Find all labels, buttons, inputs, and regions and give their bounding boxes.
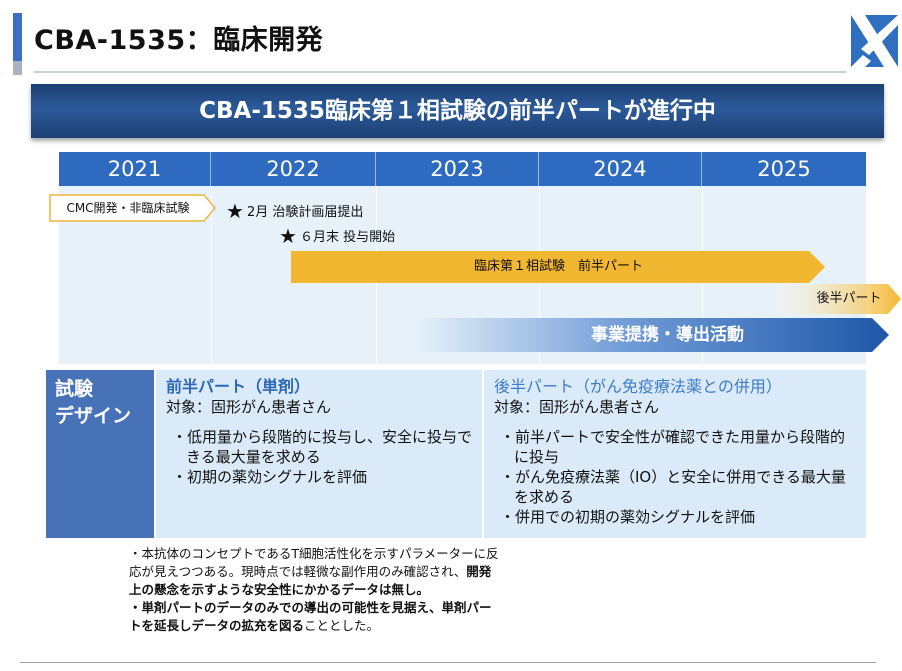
cmc-label: CMC開発・非臨床試験 bbox=[66, 201, 190, 215]
first-half-bullet: ・低用量から段階的に投与し、安全に投与できる最大量を求める bbox=[172, 428, 473, 466]
milestone-ctn-filing: ★ 2月 治験計画届提出 bbox=[226, 199, 363, 223]
company-logo-icon bbox=[851, 15, 898, 67]
notes: ・本抗体のコンセプトであるT細胞活性化を示すパラメーターに反応が見えつつある。現… bbox=[129, 545, 499, 635]
second-half-label: 後半パート bbox=[816, 291, 882, 306]
second-half-arrow: 後半パート bbox=[776, 284, 902, 314]
first-half-target: 対象：固形がん患者さん bbox=[166, 398, 332, 416]
year-cell: 2022 bbox=[211, 152, 376, 186]
second-half-bullet: ・前半パートで安全性が確認できた用量から段階的に投与 bbox=[500, 428, 846, 466]
heading-line: デザイン bbox=[55, 405, 132, 427]
second-half-design: 後半パート（がん免疫療法薬との併用） 対象：固形がん患者さん ・前半パートで安全… bbox=[484, 370, 866, 538]
note-text: こととした。 bbox=[304, 618, 380, 633]
second-half-bullet: ・がん免疫療法薬（IO）と安全に併用できる最大量を求める bbox=[500, 468, 846, 506]
first-half-title: 前半パート（単剤） bbox=[166, 377, 311, 396]
second-half-target: 対象：固形がん患者さん bbox=[494, 398, 660, 416]
footer-divider bbox=[20, 662, 876, 663]
timeline-year-header: 2021 2022 2023 2024 2025 bbox=[59, 152, 866, 186]
phase1-first-half-label: 臨床第１相試験 前半パート bbox=[473, 259, 643, 274]
second-half-title: 後半パート（がん免疫療法薬との併用） bbox=[494, 377, 782, 396]
year-cell: 2025 bbox=[702, 152, 866, 186]
header-accent-bar bbox=[13, 13, 22, 61]
study-design-section: 試験 デザイン 前半パート（単剤） 対象：固形がん患者さん ・低用量から段階的に… bbox=[46, 370, 866, 538]
milestone-label: ６月末 投与開始 bbox=[299, 230, 396, 245]
milestone-label: 2月 治験計画届提出 bbox=[246, 205, 364, 220]
phase1-first-half-arrow: 臨床第１相試験 前半パート bbox=[291, 251, 826, 283]
year-cell: 2023 bbox=[376, 152, 539, 186]
header-divider bbox=[34, 71, 846, 73]
second-half-bullet: ・併用での初期の薬効シグナルを評価 bbox=[500, 508, 756, 526]
heading-line: 試験 bbox=[55, 378, 94, 400]
study-design-heading: 試験 デザイン bbox=[46, 370, 154, 538]
page-title: CBA-1535：臨床開発 bbox=[34, 25, 324, 56]
first-half-design: 前半パート（単剤） 対象：固形がん患者さん ・低用量から段階的に投与し、安全に投… bbox=[156, 370, 482, 538]
star-icon: ★ bbox=[226, 199, 244, 223]
star-icon: ★ bbox=[279, 224, 297, 248]
business-development-label: 事業提携・導出活動 bbox=[591, 325, 744, 345]
business-development-arrow: 事業提携・導出活動 bbox=[416, 318, 890, 352]
header-accent-bar-gray bbox=[13, 61, 22, 75]
first-half-bullet: ・初期の薬効シグナルを評価 bbox=[172, 468, 368, 486]
year-cell: 2021 bbox=[59, 152, 211, 186]
year-cell: 2024 bbox=[539, 152, 702, 186]
milestone-dosing-start: ★ ６月末 投与開始 bbox=[279, 224, 395, 248]
cmc-phase-box: CMC開発・非臨床試験 bbox=[49, 194, 217, 222]
note-text: ・本抗体のコンセプトであるT細胞活性化を示すパラメーターに反応が見えつつある。現… bbox=[129, 546, 499, 579]
headline-banner: CBA-1535臨床第１相試験の前半パートが進行中 bbox=[31, 84, 884, 138]
